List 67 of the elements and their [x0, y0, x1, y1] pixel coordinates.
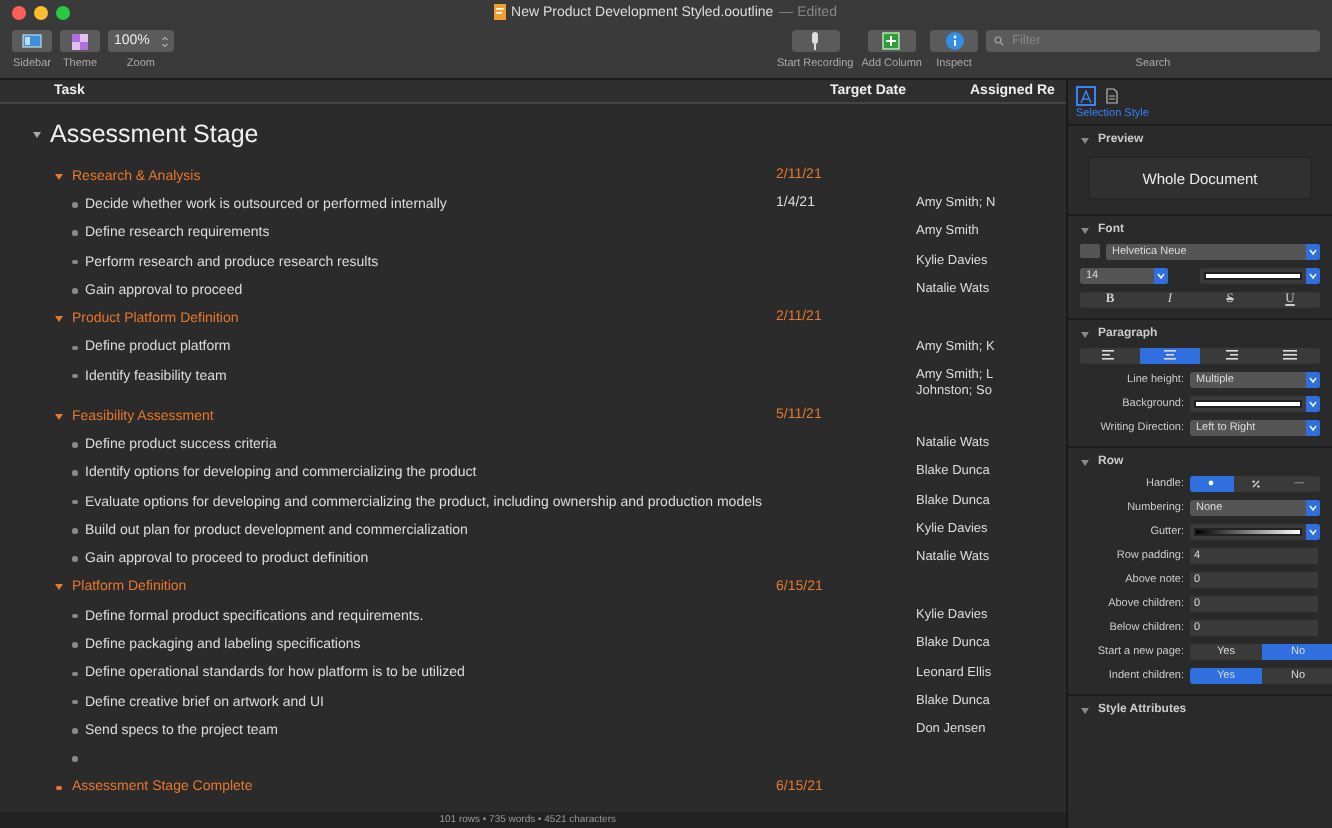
bullet-icon: [72, 442, 77, 448]
bullet-icon: [72, 345, 77, 351]
bullet-icon: [72, 756, 77, 762]
column-button[interactable]: [867, 30, 916, 52]
chevron-icon[interactable]: [1306, 395, 1320, 411]
bullet-icon: [72, 699, 77, 705]
letter-a-icon: [1080, 89, 1092, 103]
bullet-icon: [72, 528, 77, 534]
disclosure-triangle-icon[interactable]: [1080, 705, 1090, 715]
font-color-button[interactable]: [1080, 244, 1100, 258]
palette-icon: [72, 33, 88, 49]
bullet-icon: [72, 613, 77, 619]
sidebar-icon: [22, 34, 42, 48]
percent-icon: [1251, 479, 1259, 487]
align-left-icon: [1102, 350, 1118, 360]
color-well[interactable]: [1190, 395, 1320, 411]
add-column-icon: [882, 32, 901, 50]
theme-button[interactable]: [60, 30, 100, 52]
align-center-icon: [1162, 350, 1178, 360]
bullet-icon: [72, 671, 77, 677]
bullet-icon: [72, 259, 77, 265]
info-button[interactable]: [930, 30, 978, 52]
document-tab[interactable]: [1102, 86, 1122, 106]
disclosure-triangle-icon[interactable]: [54, 411, 64, 422]
chevron-icon[interactable]: [1306, 371, 1320, 387]
disclosure-triangle-icon[interactable]: [1080, 457, 1090, 467]
bullet-icon: [72, 642, 77, 648]
disclosure-triangle-icon[interactable]: [32, 129, 42, 139]
info-icon: [945, 32, 963, 50]
bullet-icon: [72, 230, 77, 236]
align-right-icon: [1222, 350, 1238, 360]
sidebar-button[interactable]: [12, 30, 52, 52]
chevron-icon[interactable]: [1154, 267, 1168, 283]
bullet-icon: [72, 373, 77, 379]
bullet-icon: [72, 288, 77, 294]
document-icon: [493, 4, 506, 20]
handle-option[interactable]: [1190, 475, 1234, 491]
microphone-icon: [810, 32, 821, 50]
text-color-well[interactable]: [1200, 267, 1320, 283]
stepper-icon: [161, 35, 168, 47]
disclosure-triangle-icon[interactable]: [1080, 135, 1090, 145]
dash-icon: [1293, 480, 1304, 486]
search-icon: [994, 36, 1006, 46]
outline-heading: Assessment Stage: [50, 120, 259, 148]
mic-button[interactable]: [791, 30, 840, 52]
disclosure-triangle-icon[interactable]: [1080, 329, 1090, 339]
bullet-icon: [72, 202, 77, 208]
disclosure-triangle-icon[interactable]: [1080, 225, 1090, 235]
bullet-icon: [72, 728, 77, 734]
chevron-icon[interactable]: [1306, 499, 1320, 515]
chevron-icon[interactable]: [1306, 267, 1320, 283]
document-icon: [1106, 88, 1118, 104]
disclosure-triangle-icon[interactable]: [54, 582, 64, 593]
disclosure-triangle-icon[interactable]: [54, 171, 64, 182]
bullet-icon: [72, 499, 77, 505]
chevron-icon[interactable]: [1306, 419, 1320, 435]
chevron-icon[interactable]: [1306, 243, 1320, 259]
alignment-button[interactable]: [1140, 347, 1200, 363]
bullet-icon: [72, 556, 77, 562]
text-style-tab[interactable]: [1076, 86, 1096, 106]
disclosure-triangle-icon[interactable]: [54, 314, 64, 325]
dot-icon: [1208, 480, 1215, 486]
bullet-icon: [56, 785, 62, 791]
chevron-icon[interactable]: [1306, 523, 1320, 539]
bullet-icon: [72, 470, 77, 476]
gradient-well[interactable]: [1190, 523, 1320, 539]
align-justify-icon: [1282, 350, 1298, 360]
